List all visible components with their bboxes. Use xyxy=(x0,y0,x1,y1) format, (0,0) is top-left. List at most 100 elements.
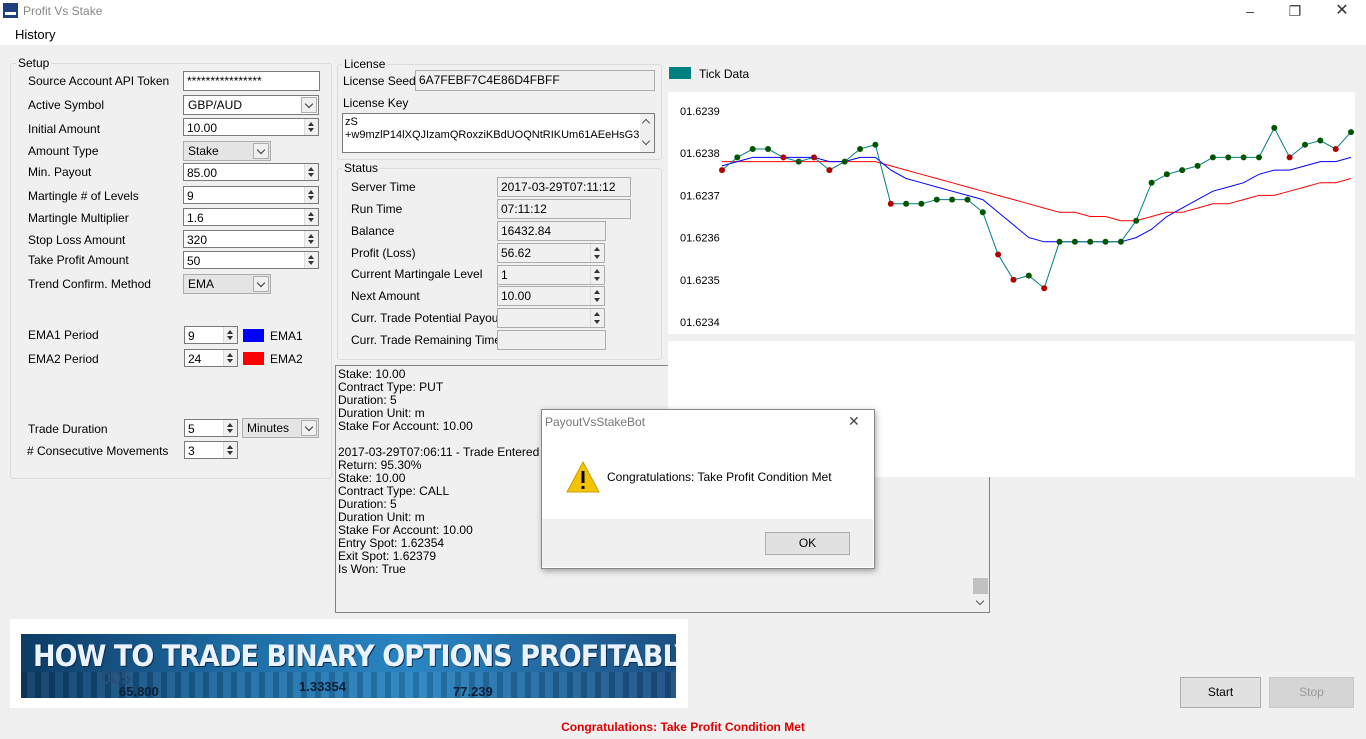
amount-type-label: Amount Type xyxy=(28,144,99,158)
restore-icon[interactable]: ❐ xyxy=(1275,2,1315,22)
spin-arrows-icon[interactable] xyxy=(304,252,318,268)
tick-chart-area: 01.6239 01.6238 01.6237 01.6236 01.6235 01.62… xyxy=(668,92,1355,334)
title-bar xyxy=(0,0,1366,24)
trade-duration-unit-value: Minutes xyxy=(247,421,290,435)
remaining-time-field xyxy=(497,330,606,350)
spin-arrows-icon[interactable] xyxy=(590,244,604,262)
spin-arrows-icon[interactable] xyxy=(304,209,318,225)
martingale-level-value: 1 xyxy=(501,268,508,282)
y-tick-label: 01.6234 xyxy=(680,317,720,329)
martingale-multiplier-stepper[interactable]: 1.6 xyxy=(183,208,319,226)
tick-data-legend-swatch xyxy=(669,67,691,79)
spin-arrows-icon[interactable] xyxy=(223,420,237,436)
chevron-down-icon[interactable] xyxy=(253,276,269,292)
tick-point xyxy=(1332,146,1339,152)
amount-type-value: Stake xyxy=(188,144,219,158)
banner-number-1: 65.800 xyxy=(119,684,159,698)
ema1-stepper[interactable]: 9 xyxy=(184,326,238,344)
min-payout-value: 85.00 xyxy=(187,166,218,180)
tick-point xyxy=(1163,171,1170,178)
chevron-down-icon[interactable] xyxy=(301,97,317,113)
spin-arrows-icon[interactable] xyxy=(590,266,604,284)
chevron-down-icon[interactable] xyxy=(301,420,317,436)
tick-point xyxy=(749,146,756,152)
tick-point xyxy=(1317,137,1324,144)
initial-amount-stepper[interactable]: 10.00 xyxy=(183,118,319,136)
tick-point xyxy=(1348,129,1354,136)
minimize-icon[interactable]: – xyxy=(1230,2,1270,22)
next-amount-label: Next Amount xyxy=(351,289,420,303)
tick-point xyxy=(979,209,986,216)
license-seed-field[interactable]: 6A7FEBF7C4E86D4FBFF xyxy=(415,70,655,91)
next-amount-stepper: 10.00 xyxy=(497,286,605,306)
banner-image[interactable]: 005 65.800 1.33354 77.239 HOW TO TRADE B… xyxy=(21,634,676,698)
min-payout-label: Min. Payout xyxy=(28,165,92,179)
stop-loss-label: Stop Loss Amount xyxy=(28,233,126,247)
ema1-legend: EMA1 xyxy=(270,329,303,343)
close-icon[interactable]: ✕ xyxy=(1322,2,1362,22)
take-profit-value: 50 xyxy=(187,254,201,268)
ema1-color-swatch[interactable] xyxy=(243,329,264,342)
spin-arrows-icon[interactable] xyxy=(590,309,604,327)
balance-field: 16432.84 xyxy=(497,221,606,241)
take-profit-stepper[interactable]: 50 xyxy=(183,251,319,269)
api-token-input[interactable]: **************** xyxy=(183,71,320,91)
tick-point xyxy=(1102,238,1109,245)
start-button[interactable]: Start xyxy=(1180,677,1261,708)
tick-point xyxy=(1179,167,1186,174)
ema1-label: EMA1 Period xyxy=(28,328,99,342)
profit-value: 56.62 xyxy=(501,246,532,260)
spin-arrows-icon[interactable] xyxy=(304,231,318,247)
consecutive-value: 3 xyxy=(188,444,195,458)
warning-icon xyxy=(566,460,600,496)
spin-arrows-icon[interactable] xyxy=(304,187,318,203)
license-title: License xyxy=(342,57,388,71)
spin-arrows-icon[interactable] xyxy=(590,287,604,305)
tick-point xyxy=(887,200,894,207)
license-key-scrollbar[interactable] xyxy=(640,114,654,152)
trend-method-label: Trend Confirm. Method xyxy=(28,277,151,291)
trend-method-select[interactable]: EMA xyxy=(183,274,271,294)
scrollbar-thumb[interactable] xyxy=(973,578,988,594)
chevron-up-icon[interactable] xyxy=(641,118,651,128)
stop-button[interactable]: Stop xyxy=(1269,677,1354,708)
ema2-color-swatch[interactable] xyxy=(243,352,264,365)
ema2-stepper[interactable]: 24 xyxy=(184,349,238,367)
stop-loss-stepper[interactable]: 320 xyxy=(183,230,319,248)
martingale-level-label: Current Martingale Level xyxy=(351,267,483,281)
spin-arrows-icon[interactable] xyxy=(223,442,237,458)
license-key-line2: +w9mzlP14lXQJIzamQRoxziKBdUOQNtRIKUm61AE… xyxy=(345,129,648,141)
tick-data-legend: Tick Data xyxy=(699,67,750,81)
menu-history[interactable]: History xyxy=(15,27,55,42)
trade-duration-stepper[interactable]: 5 xyxy=(184,419,238,437)
tick-point xyxy=(1194,162,1201,169)
chevron-down-icon[interactable] xyxy=(641,136,651,146)
consecutive-stepper[interactable]: 3 xyxy=(184,441,238,459)
ema2-label: EMA2 Period xyxy=(28,352,99,366)
log-line: Stake For Account: 10.00 xyxy=(338,419,473,433)
ema1-value: 9 xyxy=(188,329,195,343)
tick-point xyxy=(719,167,725,174)
tick-point xyxy=(734,154,741,161)
dialog-close-icon[interactable]: ✕ xyxy=(848,413,860,430)
dialog-title: PayoutVsStakeBot xyxy=(545,415,646,429)
spin-arrows-icon[interactable] xyxy=(304,119,318,135)
license-key-textarea[interactable]: zS +w9mzlP14lXQJIzamQRoxziKBdUOQNtRIKUm6… xyxy=(342,113,655,153)
y-tick-label: 01.6238 xyxy=(680,148,720,160)
active-symbol-value: GBP/AUD xyxy=(188,98,243,112)
spin-arrows-icon[interactable] xyxy=(223,350,237,366)
tick-point xyxy=(1133,217,1140,224)
martingale-levels-label: Martingle # of Levels xyxy=(28,189,139,203)
min-payout-stepper[interactable]: 85.00 xyxy=(183,163,319,181)
trade-duration-unit-select[interactable]: Minutes xyxy=(242,418,319,438)
chevron-down-icon[interactable] xyxy=(975,596,985,606)
amount-type-select[interactable]: Stake xyxy=(183,141,271,161)
profit-stepper: 56.62 xyxy=(497,243,605,263)
active-symbol-select[interactable]: GBP/AUD xyxy=(183,95,319,115)
spin-arrows-icon[interactable] xyxy=(223,327,237,343)
tick-point xyxy=(1302,141,1308,148)
martingale-levels-stepper[interactable]: 9 xyxy=(183,186,319,204)
spin-arrows-icon[interactable] xyxy=(304,164,318,180)
ok-button[interactable]: OK xyxy=(765,532,850,555)
chevron-down-icon[interactable] xyxy=(253,143,269,159)
